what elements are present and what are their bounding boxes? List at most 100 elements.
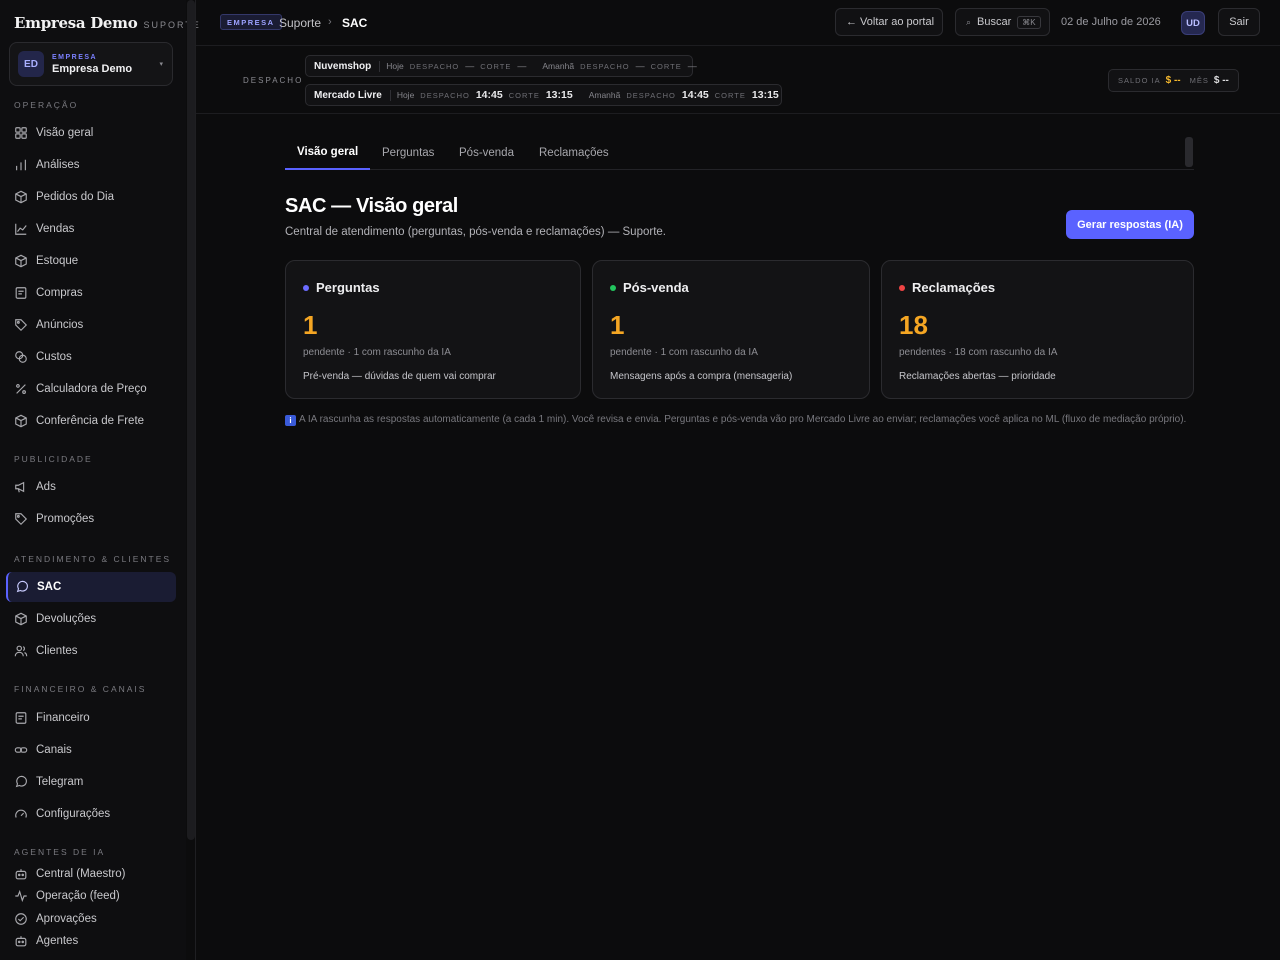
sidebar-scrollbar[interactable]	[187, 0, 195, 840]
cut-label: CORTE	[650, 61, 682, 71]
back-to-portal-button[interactable]: ← Voltar ao portal	[835, 8, 943, 36]
sidebar-item-label: Promoções	[36, 513, 95, 525]
chat-bubble-icon	[15, 775, 27, 788]
mes-label: MÊS	[1189, 76, 1209, 85]
page-title: SAC — Visão geral	[285, 195, 458, 217]
sidebar-item-financeiro[interactable]: Financeiro	[6, 703, 176, 733]
company-label: EMPRESA	[52, 53, 98, 61]
despacho-row-mercado-livre[interactable]: Mercado Livre Hoje DESPACHO 14:45 CORTE …	[305, 84, 782, 106]
card-header: Reclamações	[899, 280, 995, 295]
card-count: 1	[610, 310, 625, 340]
current-date: 02 de Julho de 2026	[1061, 16, 1161, 28]
bar-chart-icon	[16, 159, 26, 171]
percent-icon	[16, 384, 26, 394]
tab-perguntas[interactable]: Perguntas	[382, 136, 434, 170]
sidebar-item-conferencia[interactable]: Conferência de Frete	[6, 406, 176, 436]
sidebar-item-visao-geral[interactable]: Visão geral	[6, 118, 176, 148]
sidebar-item-operacao-feed[interactable]: Operação (feed)	[6, 885, 176, 907]
sidebar-item-calculadora[interactable]: Calculadora de Preço	[6, 374, 176, 404]
sidebar-item-promocoes[interactable]: Promoções	[6, 504, 176, 534]
section-atendimento: ATENDIMENTO & CLIENTES	[14, 554, 172, 564]
megaphone-icon	[15, 481, 25, 493]
sidebar-item-vendas[interactable]: Vendas	[6, 214, 176, 244]
sidebar-item-compras[interactable]: Compras	[6, 278, 176, 308]
dispatch-label: DESPACHO	[420, 90, 470, 100]
despacho-row-nuvemshop[interactable]: Nuvemshop Hoje DESPACHO — CORTE — Amanhã…	[305, 55, 697, 77]
info-text: A IA rascunha as respostas automaticamen…	[299, 414, 1187, 425]
sidebar-item-estoque[interactable]: Estoque	[6, 246, 176, 276]
gauge-icon	[15, 809, 27, 818]
brand-name: Empresa Demo	[14, 14, 138, 32]
grid-icon	[15, 127, 27, 139]
sidebar-item-label: Financeiro	[36, 712, 90, 724]
sidebar-item-label: Devoluções	[36, 613, 97, 625]
company-switcher[interactable]: ED EMPRESA Empresa Demo ▾	[9, 42, 173, 86]
page-subtitle: Central de atendimento (perguntas, pós-v…	[285, 226, 666, 238]
sidebar-item-custos[interactable]: Custos	[6, 342, 176, 372]
topbar: EMPRESA Suporte › SAC ← Voltar ao portal…	[196, 0, 1280, 46]
card-pos-venda[interactable]: Pós-venda 1 pendente · 1 com rascunho da…	[592, 260, 870, 399]
sidebar-item-canais[interactable]: Canais	[6, 735, 176, 765]
tab-visao-geral[interactable]: Visão geral	[285, 136, 371, 170]
card-header: Perguntas	[303, 280, 380, 295]
sidebar-item-clientes[interactable]: Clientes	[6, 636, 176, 666]
card-count: 18	[899, 310, 928, 340]
section-agentes: AGENTES DE IA	[14, 847, 106, 857]
tab-pos-venda[interactable]: Pós-venda	[459, 136, 514, 170]
tag-icon	[15, 319, 28, 332]
tab-reclamacoes[interactable]: Reclamações	[539, 136, 609, 170]
logout-button[interactable]: Sair	[1218, 8, 1260, 36]
despacho-label: DESPACHO	[243, 76, 304, 85]
sidebar-item-label: Custos	[36, 351, 72, 363]
receipt-icon	[15, 287, 27, 299]
brand: Empresa Demo SUPORTE	[14, 14, 201, 32]
breadcrumb-separator-icon: ›	[328, 16, 332, 28]
tabs-scrollbar[interactable]	[1185, 137, 1193, 167]
cut-label: CORTE	[508, 90, 540, 100]
sidebar-item-agentes[interactable]: Agentes	[6, 930, 176, 952]
card-count: 1	[303, 310, 318, 340]
sidebar-item-label: SAC	[37, 581, 62, 593]
saldo-ia-badge[interactable]: SALDO IA $ -- MÊS $ --	[1108, 69, 1239, 92]
sidebar-item-anuncios[interactable]: Anúncios	[6, 310, 176, 340]
store-name: Mercado Livre	[314, 89, 391, 101]
empresa-badge: EMPRESA	[220, 14, 282, 30]
search-button[interactable]: ⌕ Buscar ⌘K	[955, 8, 1050, 36]
saldo-value: $ --	[1165, 75, 1181, 86]
avatar[interactable]: UD	[1181, 11, 1205, 35]
sac-tabs: Visão geral Perguntas Pós-venda Reclamaç…	[285, 136, 1194, 170]
card-reclamacoes[interactable]: Reclamações 18 pendentes · 18 com rascun…	[881, 260, 1194, 399]
section-publicidade: PUBLICIDADE	[14, 454, 93, 464]
card-perguntas[interactable]: Perguntas 1 pendente · 1 com rascunho da…	[285, 260, 581, 399]
sidebar-item-analises[interactable]: Análises	[6, 150, 176, 180]
dispatch-today: —	[465, 61, 475, 71]
dispatch-today: 14:45	[475, 89, 503, 101]
sidebar-item-label: Agentes	[36, 935, 79, 947]
sidebar-item-ads[interactable]: Ads	[6, 472, 176, 502]
sidebar-item-central[interactable]: Central (Maestro)	[6, 863, 176, 885]
breadcrumb-current: SAC	[342, 16, 368, 30]
breadcrumb-suporte[interactable]: Suporte	[279, 16, 321, 30]
info-note: iA IA rascunha as respostas automaticame…	[285, 412, 1194, 428]
sidebar-item-label: Ads	[36, 481, 56, 493]
sidebar-item-sac[interactable]: SAC	[6, 572, 176, 602]
sidebar-item-configuracoes[interactable]: Configurações	[6, 799, 176, 829]
card-title: Pós-venda	[623, 280, 689, 295]
card-description: Mensagens após a compra (mensageria)	[610, 371, 793, 382]
sidebar-item-aprovacoes[interactable]: Aprovações	[6, 908, 176, 930]
sidebar-item-pedidos[interactable]: Pedidos do Dia	[6, 182, 176, 212]
company-name: Empresa Demo	[52, 62, 133, 75]
sidebar-item-label: Estoque	[36, 255, 79, 267]
box-icon	[15, 414, 27, 428]
sidebar-item-telegram[interactable]: Telegram	[6, 767, 176, 797]
box-icon	[15, 190, 27, 204]
sidebar-item-devolucoes[interactable]: Devoluções	[6, 604, 176, 634]
receipt-icon	[15, 712, 27, 724]
store-name: Nuvemshop	[314, 60, 381, 72]
status-dot-icon	[610, 284, 616, 291]
generate-ai-responses-button[interactable]: Gerar respostas (IA)	[1066, 210, 1194, 239]
status-dot-icon	[303, 284, 309, 291]
search-icon: ⌕	[966, 16, 972, 27]
link-icon	[14, 747, 28, 753]
back-label: ← Voltar ao portal	[846, 16, 935, 28]
